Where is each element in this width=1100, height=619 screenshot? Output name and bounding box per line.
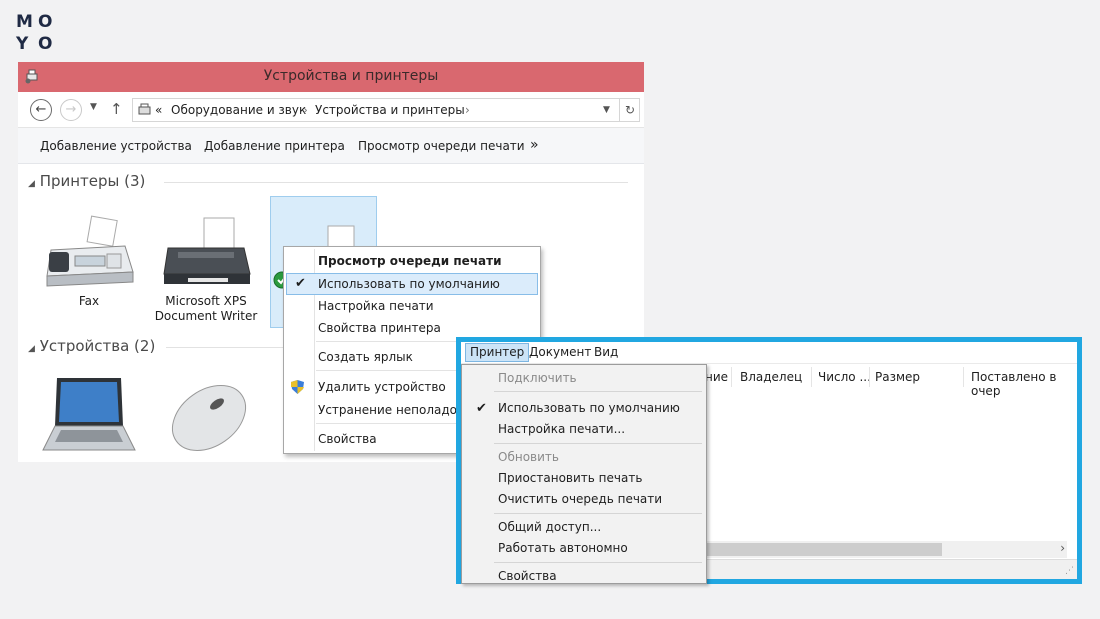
- breadcrumb-separator[interactable]: ›: [303, 99, 308, 121]
- menu-item-printing-preferences[interactable]: Настройка печати...: [464, 419, 704, 440]
- menu-item-set-default[interactable]: ✔ Использовать по умолчанию: [464, 398, 704, 419]
- menu-item-label: Использовать по умолчанию: [318, 277, 500, 291]
- breadcrumb-hardware-sound[interactable]: Оборудование и звук: [171, 99, 306, 121]
- printer-label: Fax: [78, 294, 100, 308]
- window-title: Устройства и принтеры: [263, 68, 439, 84]
- menu-item-connect[interactable]: Подключить: [464, 368, 704, 389]
- mouse-icon: [172, 385, 246, 451]
- address-bar: ← → ▼ ↑ « Оборудование и звук › Устройст…: [18, 92, 644, 128]
- printer-label: Microsoft XPS: [165, 294, 247, 308]
- column-header-submitted[interactable]: Поставлено в очер: [971, 370, 1077, 398]
- menu-separator: [494, 513, 702, 514]
- devices-folder-icon: [138, 103, 151, 115]
- menu-separator: [494, 562, 702, 563]
- printer-icon: [163, 217, 251, 284]
- menu-view[interactable]: Вид: [594, 345, 618, 359]
- address-field[interactable]: « Оборудование и звук › Устройства и при…: [132, 98, 640, 122]
- menu-item-label: Удалить устройство: [318, 380, 446, 394]
- title-bar: Устройства и принтеры: [18, 62, 644, 92]
- moyo-logo: M O Y O: [16, 14, 56, 58]
- device-laptop[interactable]: [34, 374, 144, 462]
- menu-item-printer-properties[interactable]: Свойства принтера: [286, 317, 538, 339]
- menu-item-set-default[interactable]: ✔ Использовать по умолчанию: [286, 273, 538, 295]
- menu-item-label: Использовать по умолчанию: [498, 401, 680, 415]
- divider: [164, 182, 628, 183]
- logo-letter: Y: [16, 34, 29, 54]
- menu-separator: [494, 443, 702, 444]
- print-queue-window: Принтер Документ Вид ние Владелец Число …: [456, 337, 1082, 584]
- menu-separator: [494, 391, 702, 392]
- up-arrow-icon[interactable]: ↑: [110, 100, 123, 118]
- menu-item-view-queue[interactable]: Просмотр очереди печати: [286, 250, 538, 272]
- printer-fax[interactable]: Fax: [34, 212, 144, 309]
- laptop-icon: [42, 378, 136, 451]
- breadcrumb-overflow[interactable]: «: [155, 99, 162, 121]
- recent-dropdown-icon[interactable]: ▼: [90, 102, 97, 112]
- uac-shield-icon: [291, 380, 304, 394]
- menu-item-cancel-all[interactable]: Очистить очередь печати: [464, 489, 704, 510]
- address-dropdown-icon[interactable]: ▼: [603, 99, 610, 121]
- refresh-icon[interactable]: ↻: [619, 99, 635, 121]
- menu-item-sharing[interactable]: Общий доступ...: [464, 517, 704, 538]
- horizontal-scrollbar[interactable]: ›: [706, 541, 1067, 558]
- column-divider[interactable]: [869, 367, 870, 387]
- breadcrumb-separator[interactable]: ›: [465, 99, 470, 121]
- logo-letter: O: [38, 34, 53, 54]
- menu-printer[interactable]: Принтер: [465, 343, 530, 362]
- group-title: Устройства (2): [39, 337, 156, 355]
- printers-group-header[interactable]: ◢ Принтеры (3): [28, 172, 628, 190]
- command-bar: Добавление устройства Добавление принтер…: [18, 128, 644, 164]
- menu-item-work-offline[interactable]: Работать автономно: [464, 538, 704, 559]
- breadcrumb-devices-printers[interactable]: Устройства и принтеры: [315, 99, 465, 121]
- column-divider[interactable]: [811, 367, 812, 387]
- collapse-icon: ◢: [28, 179, 35, 189]
- column-header-owner[interactable]: Владелец: [740, 370, 802, 384]
- column-header-size[interactable]: Размер: [875, 370, 920, 384]
- add-device-button[interactable]: Добавление устройства: [40, 139, 192, 153]
- column-divider[interactable]: [963, 367, 964, 387]
- view-print-queue-button[interactable]: Просмотр очереди печати: [358, 139, 525, 153]
- more-commands-button[interactable]: »: [530, 137, 539, 153]
- menu-item-properties[interactable]: Свойства: [464, 566, 704, 587]
- add-printer-button[interactable]: Добавление принтера: [204, 139, 345, 153]
- column-divider[interactable]: [731, 367, 732, 387]
- fax-icon: [46, 215, 134, 287]
- collapse-icon: ◢: [28, 344, 35, 354]
- group-title: Принтеры (3): [39, 172, 146, 190]
- scroll-thumb[interactable]: [706, 543, 942, 556]
- logo-letter: O: [38, 12, 53, 32]
- menu-bar: Принтер Документ Вид: [461, 342, 1077, 364]
- back-button[interactable]: ←: [30, 99, 52, 121]
- column-header-status[interactable]: ние: [705, 370, 728, 384]
- column-header-pages[interactable]: Число ...: [818, 370, 871, 384]
- scroll-right-icon[interactable]: ›: [1060, 541, 1065, 555]
- printer-xps-writer[interactable]: Microsoft XPS Document Writer: [148, 212, 264, 324]
- menu-item-refresh[interactable]: Обновить: [464, 447, 704, 468]
- menu-document[interactable]: Документ: [529, 345, 591, 359]
- forward-button[interactable]: →: [60, 99, 82, 121]
- checkmark-icon: ✔: [295, 276, 306, 291]
- checkmark-icon: ✔: [476, 401, 487, 416]
- menu-item-printing-preferences[interactable]: Настройка печати: [286, 295, 538, 317]
- device-mouse[interactable]: [150, 374, 260, 462]
- resize-grip-icon[interactable]: ⋰: [1065, 566, 1074, 576]
- printer-menu-dropdown: Подключить ✔ Использовать по умолчанию Н…: [461, 364, 707, 584]
- printer-label: Document Writer: [154, 309, 258, 323]
- logo-letter: M: [16, 12, 33, 32]
- menu-item-pause-printing[interactable]: Приостановить печать: [464, 468, 704, 489]
